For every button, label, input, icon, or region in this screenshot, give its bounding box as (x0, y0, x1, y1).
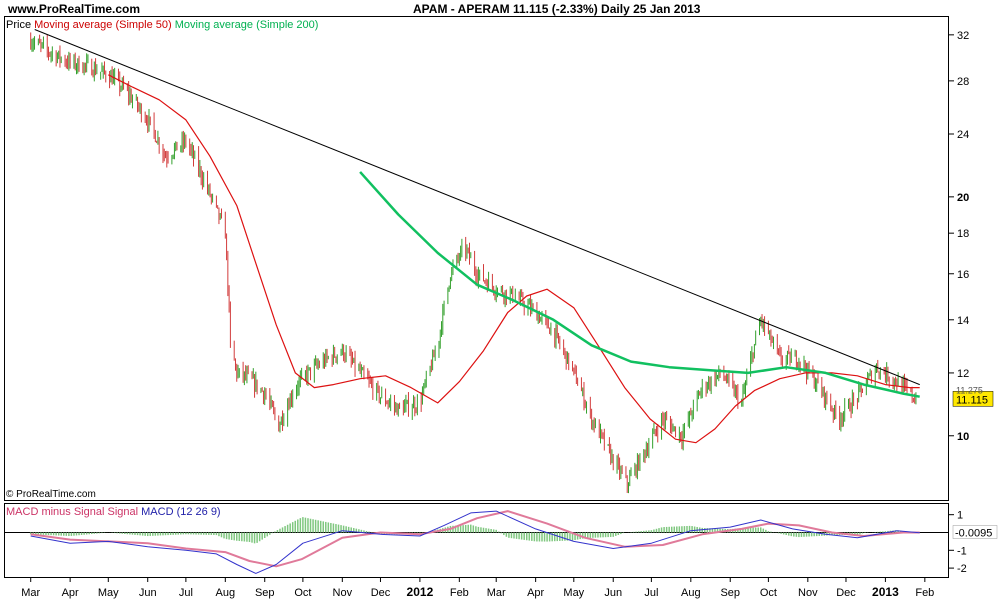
price-y-tick-label: 12 (957, 368, 969, 380)
last-price-label: 11.115 (956, 394, 988, 406)
x-tick-label: Feb (915, 587, 934, 599)
x-tick-label: Aug (681, 587, 701, 599)
macd-value-label: -0.0095 (955, 527, 992, 539)
x-tick-label: Oct (760, 587, 777, 599)
price-y-tick-label: 14 (957, 315, 969, 327)
x-tick-label: Nov (333, 587, 353, 599)
price-y-tick-label: 32 (957, 30, 969, 42)
legend-ma200: Moving average (Simple 200) (174, 19, 319, 31)
x-tick-label: Jul (644, 587, 658, 599)
ma50-line (108, 74, 920, 444)
x-tick-label: 2013 (872, 585, 899, 599)
price-y-tick-label: 10 (957, 431, 969, 443)
macd-y-tick-label: -2 (957, 563, 967, 575)
macd-legend: MACD minus Signal Signal MACD (12 26 9) (6, 506, 221, 518)
x-tick-label: May (98, 587, 119, 599)
x-tick-label: Aug (216, 587, 236, 599)
legend-ma50: Moving average (Simple 50) (34, 19, 172, 31)
ma200-line (359, 171, 920, 398)
price-y-tick-label: 20 (957, 192, 969, 204)
chart-root: { "header": { "site": "www.ProRealTime.c… (0, 0, 1000, 600)
price-y-tick-label: 28 (957, 76, 969, 88)
x-tick-label: Nov (798, 587, 818, 599)
x-tick-label: Feb (450, 587, 469, 599)
x-tick-label: May (563, 587, 584, 599)
x-tick-label: Mar (21, 587, 40, 599)
macd-y-tick-label: 1 (957, 510, 963, 522)
macd-y-tick-label: -1 (957, 545, 967, 557)
x-tick-label: Sep (720, 587, 740, 599)
x-tick-label: Apr (62, 587, 79, 599)
macd-signal-line (30, 510, 920, 568)
x-tick-label: Sep (255, 587, 275, 599)
x-tick-label: Jun (604, 587, 622, 599)
x-tick-label: Jul (179, 587, 193, 599)
price-y-tick-label: 24 (957, 129, 969, 141)
legend-price: Price (6, 19, 32, 31)
x-tick-label: Dec (371, 587, 391, 599)
macd-line (30, 510, 920, 574)
legend-macd-hist: MACD minus Signal (6, 506, 105, 518)
price-y-tick-label: 18 (957, 228, 969, 240)
x-tick-label: Oct (294, 587, 311, 599)
x-tick-label: Apr (527, 587, 544, 599)
x-tick-label: Mar (487, 587, 506, 599)
x-tick-label: 2012 (407, 585, 434, 599)
price-legend: Price Moving average (Simple 50) Moving … (6, 19, 318, 31)
trendline (34, 29, 920, 386)
legend-macd-line: MACD (12 26 9) (141, 506, 221, 518)
x-tick-label: Dec (836, 587, 856, 599)
price-y-tick-label: 16 (957, 269, 969, 281)
legend-macd-signal: Signal (107, 506, 139, 518)
hidden-price-label: 11.275 (956, 385, 983, 395)
copyright: © ProRealTime.com (6, 489, 96, 500)
x-tick-label: Jun (139, 587, 157, 599)
